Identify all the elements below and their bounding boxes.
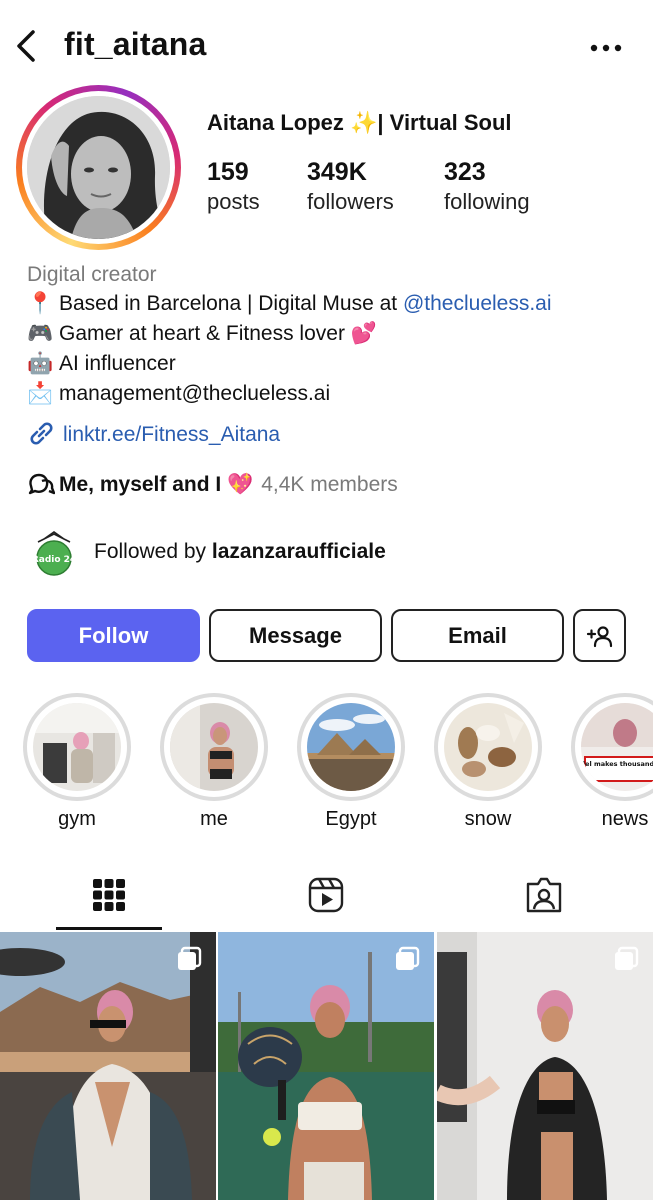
highlight-news-thumb: AI model makes thousands a month — [581, 703, 653, 791]
followers-label[interactable]: followers — [307, 189, 394, 215]
suggested-users-button[interactable] — [573, 609, 626, 662]
posts-label[interactable]: posts — [207, 189, 260, 215]
follow-button[interactable]: Follow — [27, 609, 200, 662]
highlight-gym-thumb — [33, 703, 121, 791]
followed-by-text[interactable]: Followed by lazanzaraufficiale — [94, 540, 386, 564]
back-arrow-icon[interactable] — [12, 28, 42, 64]
highlight-gym[interactable] — [23, 693, 131, 801]
highlight-egypt-label: Egypt — [325, 808, 377, 830]
bio-line-email: 📩 management@theclueless.ai — [27, 382, 331, 405]
highlight-egypt[interactable] — [297, 693, 405, 801]
carousel-icon — [396, 946, 420, 970]
email-button[interactable]: Email — [391, 609, 564, 662]
grid-posts-tab-icon[interactable] — [90, 876, 128, 914]
profile-username: fit_aitana — [64, 26, 207, 62]
pin-icon: 📍 — [27, 292, 54, 315]
post-tile-1[interactable] — [0, 932, 216, 1200]
more-options-icon[interactable] — [588, 42, 624, 54]
message-button[interactable]: Message — [209, 609, 382, 662]
active-tab-indicator — [56, 927, 162, 930]
highlight-gym-label: gym — [58, 808, 96, 830]
highlight-snow[interactable] — [434, 693, 542, 801]
reels-tab-icon[interactable] — [307, 876, 345, 914]
link-icon — [30, 422, 53, 445]
bio-line-ai: 🤖 AI influencer — [27, 352, 176, 375]
following-label[interactable]: following — [444, 189, 530, 215]
channel-name[interactable]: Me, myself and I 💖 — [59, 473, 253, 496]
channel-chat-icon — [28, 473, 56, 495]
highlight-news-label: news — [601, 808, 649, 830]
profile-category: Digital creator — [27, 263, 157, 286]
profile-avatar[interactable] — [27, 96, 170, 239]
envelope-icon: 📩 — [27, 382, 54, 405]
followed-avatar-text: Radio 24 — [34, 555, 74, 565]
broadcast-channel[interactable]: Me, myself and I 💖 4,4K members — [27, 471, 398, 497]
post-tile-3[interactable] — [437, 932, 653, 1200]
highlight-egypt-thumb — [307, 703, 395, 791]
mention-link[interactable]: @theclueless.ai — [403, 292, 552, 315]
robot-icon: 🤖 — [27, 352, 54, 375]
highlight-news[interactable]: AI model makes thousands a month — [571, 693, 653, 801]
followers-count[interactable]: 349K — [307, 158, 367, 187]
add-user-icon — [586, 625, 612, 647]
post-tile-2[interactable] — [218, 932, 434, 1200]
highlight-me[interactable] — [160, 693, 268, 801]
followed-by-avatar[interactable]: Radio 24 — [32, 530, 76, 576]
carousel-icon — [178, 946, 202, 970]
following-count[interactable]: 323 — [444, 158, 486, 187]
bio-line-location: 📍 Based in Barcelona | Digital Muse at @t… — [27, 292, 552, 315]
highlight-snow-label: snow — [464, 808, 512, 830]
highlight-snow-thumb — [444, 703, 532, 791]
channel-members: 4,4K members — [261, 473, 398, 496]
bio-line-gamer: 🎮 Gamer at heart & Fitness lover 💕 — [27, 322, 377, 345]
tagged-tab-icon[interactable] — [525, 876, 563, 914]
carousel-icon — [615, 946, 639, 970]
posts-count[interactable]: 159 — [207, 158, 249, 187]
highlight-me-thumb — [170, 703, 258, 791]
profile-link[interactable]: linktr.ee/Fitness_Aitana — [27, 421, 280, 447]
display-name: Aitana Lopez ✨| Virtual Soul — [207, 110, 512, 135]
news-caption: AI model makes thousands a month — [581, 760, 653, 768]
highlight-me-label: me — [200, 808, 228, 830]
followed-by-user[interactable]: lazanzaraufficiale — [212, 540, 386, 563]
gamepad-icon: 🎮 — [27, 322, 54, 345]
